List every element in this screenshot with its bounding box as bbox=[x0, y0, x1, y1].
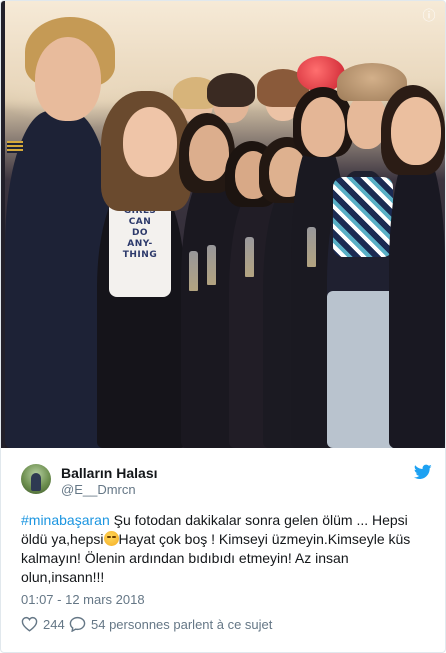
like-button[interactable]: 244 bbox=[21, 616, 65, 632]
author-name[interactable]: Balların Halası bbox=[61, 465, 158, 481]
avatar-figure bbox=[31, 473, 41, 491]
photo-person bbox=[189, 125, 229, 181]
avatar[interactable] bbox=[21, 464, 51, 494]
tweet-photo[interactable]: GIRLS CAN DO ANY- THING ⓘ bbox=[1, 1, 445, 448]
heart-icon bbox=[21, 616, 38, 632]
author-handle[interactable]: @E__Dmrcn bbox=[61, 482, 136, 497]
photo-scarf bbox=[333, 177, 393, 257]
photo-person bbox=[35, 37, 101, 121]
info-icon[interactable]: ⓘ bbox=[421, 9, 437, 25]
photo-champagne-glass bbox=[307, 227, 316, 267]
photo-person bbox=[389, 151, 445, 448]
replies-text: 54 personnes parlent à ce sujet bbox=[91, 616, 273, 632]
pensive-face-emoji-icon bbox=[103, 531, 119, 546]
tweet-actions: 244 54 personnes parlent à ce sujet bbox=[21, 616, 425, 636]
tweet-timestamp[interactable]: 01:07 - 12 mars 2018 bbox=[21, 592, 145, 607]
photo-hair bbox=[207, 73, 255, 107]
twitter-bird-icon[interactable] bbox=[414, 464, 432, 480]
photo-person bbox=[301, 97, 345, 157]
hashtag-link[interactable]: #minabaşaran bbox=[21, 512, 110, 528]
tweet-body: Balların Halası @E__Dmrcn #minabaşaran Ş… bbox=[1, 448, 445, 652]
photo-champagne-glass bbox=[207, 245, 216, 285]
photo-jeans bbox=[327, 291, 397, 448]
speech-bubble-icon bbox=[69, 616, 86, 632]
photo-epaulette bbox=[7, 141, 23, 153]
photo-champagne-glass bbox=[245, 237, 254, 277]
tweet-text: #minabaşaran Şu fotodan dakikalar sonra … bbox=[21, 511, 431, 587]
replies-button[interactable]: 54 personnes parlent à ce sujet bbox=[69, 616, 272, 632]
photo-person bbox=[391, 97, 441, 165]
photo-champagne-glass bbox=[189, 251, 198, 291]
tweet-card: GIRLS CAN DO ANY- THING ⓘ Balların Halas… bbox=[0, 0, 446, 653]
likes-count: 244 bbox=[43, 616, 65, 632]
photo-person bbox=[123, 107, 177, 177]
shirt-print: GIRLS CAN DO ANY- THING bbox=[122, 206, 158, 260]
